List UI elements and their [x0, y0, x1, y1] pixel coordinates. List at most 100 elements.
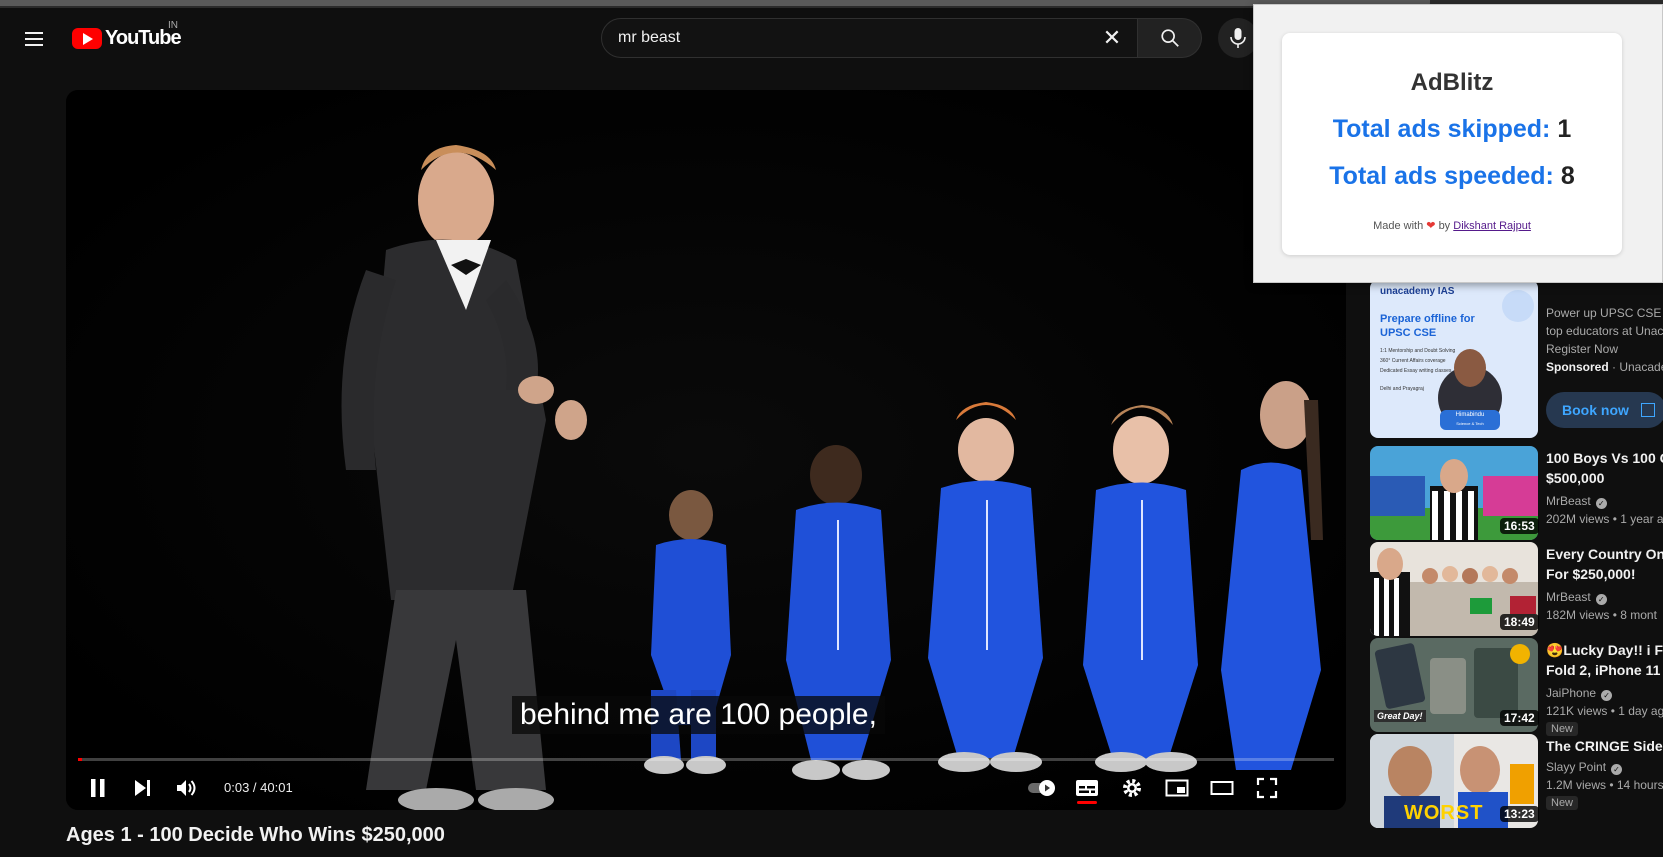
duration-badge: 16:53: [1500, 518, 1539, 534]
thumbnail-label: WORST: [1404, 802, 1484, 824]
related-video[interactable]: 18:49 Every Country On E For $250,000! M…: [1370, 542, 1663, 636]
footer-by: by: [1438, 220, 1451, 232]
duration-badge: 13:23: [1500, 806, 1539, 822]
video-title-line2[interactable]: Fold 2, iPhone 11 &: [1546, 660, 1663, 680]
clear-search-icon[interactable]: ✕: [1101, 27, 1123, 49]
menu-icon[interactable]: [22, 28, 50, 48]
miniplayer-icon: [1165, 779, 1189, 797]
scrollbar[interactable]: [0, 0, 1430, 6]
youtube-logo[interactable]: YouTube IN: [72, 20, 182, 52]
verified-icon: ✓: [1611, 764, 1623, 775]
verified-icon: ✓: [1601, 690, 1613, 701]
search-icon: [1160, 29, 1179, 47]
related-video[interactable]: Great Day! 17:42 😍Lucky Day!! i Fou Fold…: [1370, 638, 1663, 736]
ad-thumb-location: Delhi and Prayagraj: [1380, 386, 1424, 392]
ads-speeded-stat: Total ads speeded: 8: [1282, 162, 1622, 191]
video-meta: 182M views • 8 mont: [1546, 608, 1657, 622]
ad-thumb-bullet: 360° Current Affairs coverage: [1380, 358, 1446, 364]
theater-icon: [1210, 781, 1234, 795]
theater-mode-button[interactable]: [1204, 772, 1240, 804]
related-video[interactable]: 16:53 100 Boys Vs 100 G $500,000 MrBeast…: [1370, 446, 1663, 540]
video-title-line2[interactable]: $500,000: [1546, 468, 1663, 488]
heart-icon: ❤: [1426, 220, 1436, 232]
subtitles-icon: [1076, 780, 1098, 796]
ad-desc-line: Register Now: [1546, 342, 1619, 356]
channel-label: Slayy Point: [1546, 760, 1607, 774]
video-title-line1[interactable]: 100 Boys Vs 100 G: [1546, 448, 1663, 468]
pause-icon: [91, 779, 105, 797]
youtube-play-icon: [72, 27, 102, 49]
ad-card[interactable]: unacademy IAS Prepare offline for UPSC C…: [1370, 268, 1663, 440]
video-meta: 1.2M views • 14 hours: [1546, 778, 1663, 792]
search-box: ✕: [601, 18, 1138, 58]
gear-icon: [1123, 779, 1141, 797]
microphone-icon: [1230, 28, 1246, 48]
video-player[interactable]: behind me are 100 people, 0:03 / 40:01: [66, 90, 1346, 810]
region-code: IN: [168, 20, 178, 31]
volume-button[interactable]: [168, 772, 204, 804]
related-video[interactable]: WORST 13:23 The CRINGE Side O Slayy Poin…: [1370, 734, 1663, 828]
channel-name[interactable]: Slayy Point ✓: [1546, 760, 1623, 775]
settings-button[interactable]: [1114, 772, 1150, 804]
channel-label: MrBeast: [1546, 494, 1591, 508]
footer-prefix: Made with: [1373, 220, 1424, 232]
fullscreen-icon: [1256, 777, 1278, 799]
autoplay-icon: [1028, 780, 1055, 796]
adblitz-card: AdBlitz Total ads skipped: 1 Total ads s…: [1282, 33, 1622, 255]
volume-icon: [177, 780, 196, 796]
video-meta: 202M views • 1 year a: [1546, 512, 1663, 526]
ads-speeded-value: 8: [1560, 162, 1575, 190]
channel-name[interactable]: MrBeast ✓: [1546, 590, 1607, 605]
ad-thumb-teacher: Himabindu: [1455, 412, 1485, 418]
next-icon: [135, 780, 150, 796]
time-display: 0:03 / 40:01: [224, 780, 293, 795]
ads-skipped-label: Total ads skipped:: [1332, 115, 1551, 143]
ad-desc-line: top educators at Unac: [1546, 324, 1663, 338]
video-meta: 121K views • 1 day ag: [1546, 704, 1663, 718]
next-button[interactable]: [124, 772, 160, 804]
video-title-line1[interactable]: Every Country On E: [1546, 544, 1663, 564]
subtitles-button[interactable]: [1069, 772, 1105, 804]
ads-skipped-value: 1: [1557, 115, 1572, 143]
channel-name[interactable]: JaiPhone ✓: [1546, 686, 1613, 701]
ad-description: Power up UPSC CSE p top educators at Una…: [1546, 304, 1663, 358]
new-badge: New: [1546, 796, 1579, 810]
pause-button[interactable]: [80, 772, 116, 804]
subtitles-active-indicator: [1077, 801, 1097, 804]
ad-thumb-bullet: Dedicated Essay writing classes: [1380, 368, 1452, 374]
ads-speeded-label: Total ads speeded:: [1329, 162, 1554, 190]
video-title-line1[interactable]: 😍Lucky Day!! i Fou: [1546, 640, 1663, 660]
autoplay-toggle[interactable]: [1024, 772, 1060, 804]
ad-thumb-bullets: 1:1 Mentorship and Doubt Solving 360° Cu…: [1380, 346, 1470, 376]
popup-footer: Made with ❤ by Dikshant Rajput: [1282, 219, 1622, 232]
fullscreen-button[interactable]: [1249, 772, 1285, 804]
ad-thumb-brand: unacademy IAS: [1380, 286, 1455, 297]
video-title: Ages 1 - 100 Decide Who Wins $250,000: [66, 824, 445, 846]
video-title-line2[interactable]: For $250,000!: [1546, 564, 1663, 584]
ads-skipped-stat: Total ads skipped: 1: [1282, 115, 1622, 144]
ad-desc-line: Power up UPSC CSE p: [1546, 306, 1663, 320]
channel-label: JaiPhone: [1546, 686, 1597, 700]
book-now-label: Book now: [1562, 402, 1629, 418]
advertiser-name: · Unacade: [1612, 360, 1663, 374]
progress-bar[interactable]: [78, 758, 1334, 761]
author-link[interactable]: Dikshant Rajput: [1453, 220, 1531, 232]
ad-thumb-heading: Prepare offline for UPSC CSE: [1380, 313, 1475, 339]
verified-icon: ✓: [1595, 594, 1607, 605]
duration-badge: 17:42: [1500, 710, 1539, 726]
video-title-line1[interactable]: The CRINGE Side O: [1546, 736, 1663, 756]
ad-thumb-bullet: 1:1 Mentorship and Doubt Solving: [1380, 348, 1456, 354]
voice-search-button[interactable]: [1218, 18, 1258, 58]
search-input[interactable]: [618, 19, 1058, 57]
book-now-button[interactable]: Book now: [1546, 392, 1663, 428]
progress-played: [78, 758, 82, 761]
channel-name[interactable]: MrBeast ✓: [1546, 494, 1607, 509]
video-caption: behind me are 100 people,: [512, 696, 885, 734]
miniplayer-button[interactable]: [1159, 772, 1195, 804]
duration-badge: 18:49: [1500, 614, 1539, 630]
search-button[interactable]: [1138, 18, 1202, 58]
sponsored-label: Sponsored: [1546, 360, 1609, 374]
channel-label: MrBeast: [1546, 590, 1591, 604]
ad-sponsor-line: Sponsored · Unacade: [1546, 360, 1663, 374]
popup-title: AdBlitz: [1410, 69, 1494, 96]
